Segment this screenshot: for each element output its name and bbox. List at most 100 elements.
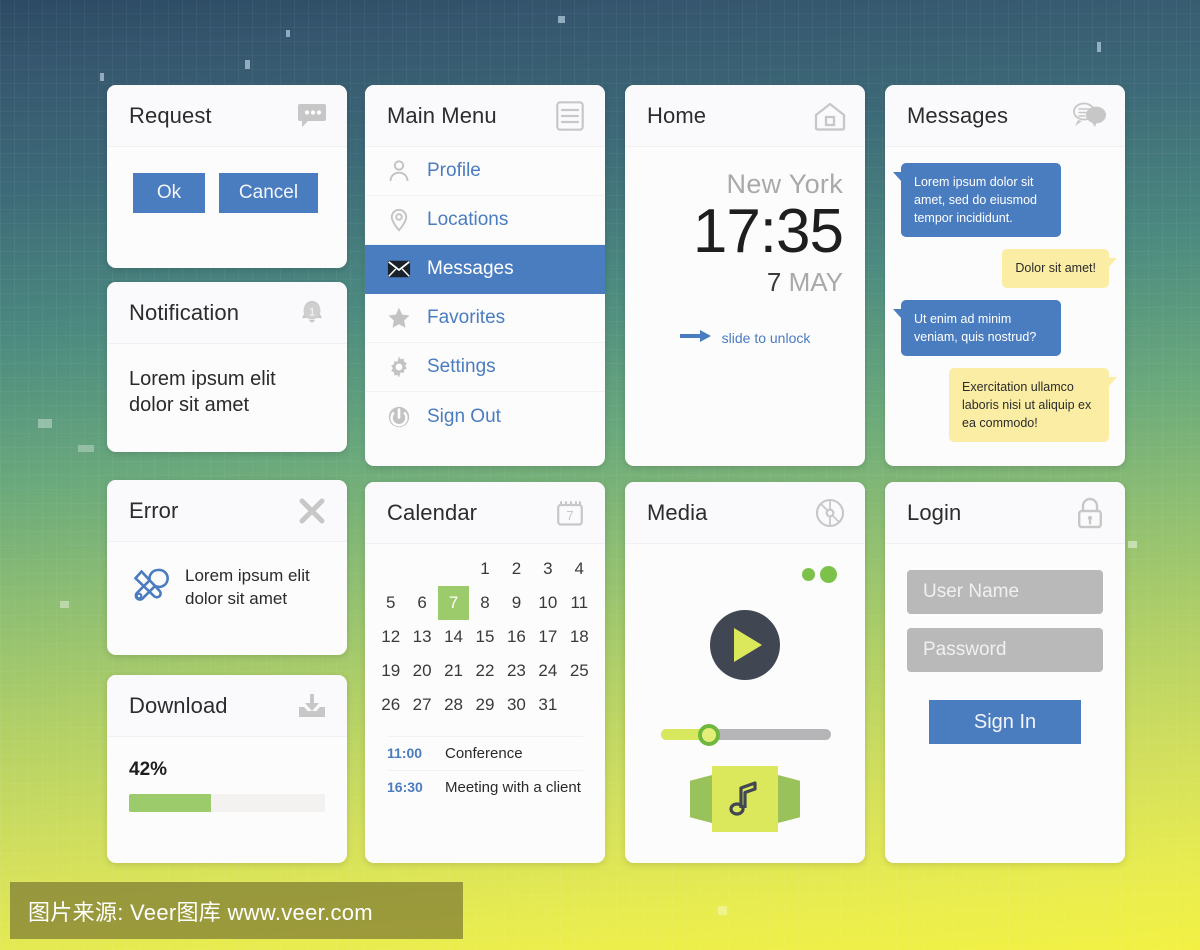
wrench-screwdriver-icon — [129, 564, 171, 611]
play-button-icon[interactable] — [710, 610, 780, 680]
calendar-cell[interactable]: 24 — [532, 654, 563, 688]
notification-card: Notification 1 Lorem ipsum elit dolor si… — [107, 282, 347, 452]
calendar-cell-empty — [406, 552, 437, 586]
login-card: Login Sign In — [885, 482, 1125, 863]
menu-item-messages[interactable]: Messages — [365, 245, 605, 294]
chat-bubble-dots-icon — [295, 99, 329, 133]
error-card-header: Error — [107, 480, 347, 542]
home-date: 7 MAY — [647, 267, 843, 298]
calendar-cell[interactable]: 15 — [469, 620, 500, 654]
background-speck — [558, 16, 565, 23]
star-icon — [387, 306, 411, 330]
background-speck — [1097, 42, 1101, 52]
calendar-cell[interactable]: 17 — [532, 620, 563, 654]
calendar-cell[interactable]: 30 — [501, 688, 532, 722]
calendar-cell[interactable]: 20 — [406, 654, 437, 688]
user-icon — [387, 159, 411, 183]
username-input[interactable] — [907, 570, 1103, 614]
error-card: Error Lorem ipsum elit dolor sit amet — [107, 480, 347, 655]
media-slider-knob[interactable] — [697, 723, 720, 746]
background-speck — [78, 445, 94, 452]
calendar-cell[interactable]: 28 — [438, 688, 469, 722]
calendar-cell[interactable]: 13 — [406, 620, 437, 654]
calendar-cell[interactable]: 4 — [564, 552, 595, 586]
download-card-header: Download — [107, 675, 347, 737]
calendar-cell[interactable]: 12 — [375, 620, 406, 654]
calendar-cell[interactable]: 14 — [438, 620, 469, 654]
hamburger-list-icon[interactable] — [553, 99, 587, 133]
home-card-header: Home — [625, 85, 865, 147]
password-input[interactable] — [907, 628, 1103, 672]
calendar-event[interactable]: 16:30 Meeting with a client — [387, 770, 583, 804]
calendar-cell-empty — [438, 552, 469, 586]
error-text: Lorem ipsum elit dolor sit amet — [185, 566, 310, 608]
watermark-text: 图片来源: Veer图库 www.veer.com — [28, 899, 373, 925]
calendar-cell[interactable]: 8 — [469, 586, 500, 620]
ok-button[interactable]: Ok — [133, 173, 205, 213]
background-speck — [38, 419, 52, 428]
close-x-icon[interactable] — [295, 494, 329, 528]
album-art — [690, 766, 800, 832]
cancel-button[interactable]: Cancel — [219, 173, 318, 213]
album-right-wing — [778, 775, 800, 823]
calendar-cell[interactable]: 3 — [532, 552, 563, 586]
calendar-cell[interactable]: 22 — [469, 654, 500, 688]
slide-to-unlock-label: slide to unlock — [721, 330, 811, 347]
screen-background: Request Ok Cancel Notification 1 Lorem i… — [0, 0, 1200, 950]
calendar-cell[interactable]: 21 — [438, 654, 469, 688]
message-bubble-left: Ut enim ad minim veniam, quis nostrud? — [893, 299, 1061, 356]
background-speck — [100, 73, 104, 81]
download-card: Download 42% — [107, 675, 347, 863]
calendar-title: Calendar — [387, 499, 478, 525]
login-card-header: Login — [885, 482, 1125, 544]
calendar-cell[interactable]: 16 — [501, 620, 532, 654]
bell-badge-icon: 1 — [295, 296, 329, 330]
media-progress-slider[interactable] — [661, 723, 831, 746]
column-4: Messages Lorem ipsum dolor sit amet, sed… — [885, 85, 1125, 863]
menu-item-sign-out[interactable]: Sign Out — [365, 392, 605, 441]
calendar-cell[interactable]: 6 — [406, 586, 437, 620]
watermark-bar: 图片来源: Veer图库 www.veer.com — [10, 882, 463, 939]
background-speck — [245, 60, 250, 69]
calendar-event-title: Conference — [445, 745, 523, 762]
calendar-cell-empty — [375, 552, 406, 586]
arrow-right-icon — [679, 328, 712, 349]
calendar-cell[interactable]: 23 — [501, 654, 532, 688]
download-tray-icon — [295, 689, 329, 723]
calendar-cell[interactable]: 18 — [564, 620, 595, 654]
signal-dots-icon — [802, 566, 837, 583]
calendar-cell-selected[interactable]: 7 — [437, 586, 470, 620]
notification-body: Lorem ipsum elit dolor sit amet — [107, 344, 347, 419]
login-title: Login — [907, 499, 962, 525]
calendar-event[interactable]: 11:00 Conference — [387, 736, 583, 770]
menu-item-settings[interactable]: Settings — [365, 343, 605, 392]
column-3: Home New York 17:35 7 MAY slide to unloc… — [625, 85, 865, 863]
slide-to-unlock-control[interactable]: slide to unlock — [647, 328, 843, 349]
calendar-icon: 7 — [553, 496, 587, 530]
calendar-cell[interactable]: 9 — [501, 586, 532, 620]
calendar-event-time: 11:00 — [387, 745, 423, 761]
calendar-cell[interactable]: 5 — [375, 586, 406, 620]
login-form: Sign In — [885, 544, 1125, 744]
menu-item-favorites[interactable]: Favorites — [365, 294, 605, 343]
home-time: 17:35 — [692, 197, 844, 266]
calendar-cell[interactable]: 27 — [406, 688, 437, 722]
envelope-icon — [387, 257, 411, 281]
error-title: Error — [129, 497, 179, 523]
calendar-cell[interactable]: 19 — [375, 654, 406, 688]
menu-item-locations[interactable]: Locations — [365, 196, 605, 245]
calendar-cell[interactable]: 26 — [375, 688, 406, 722]
main-menu-list: Profile Locations Messages Favorites Setting… — [365, 147, 605, 441]
calendar-cell[interactable]: 29 — [469, 688, 500, 722]
column-2: Main Menu Profile Locations Messages Favori… — [365, 85, 605, 863]
calendar-cell[interactable]: 10 — [532, 586, 563, 620]
calendar-cell[interactable]: 25 — [564, 654, 595, 688]
sign-in-button[interactable]: Sign In — [929, 700, 1081, 744]
notification-card-header: Notification 1 — [107, 282, 347, 344]
calendar-cell[interactable]: 31 — [532, 688, 563, 722]
calendar-cell[interactable]: 11 — [564, 586, 595, 620]
calendar-cell[interactable]: 1 — [469, 552, 500, 586]
menu-item-profile[interactable]: Profile — [365, 147, 605, 196]
calendar-cell[interactable]: 2 — [501, 552, 532, 586]
request-title: Request — [129, 102, 212, 128]
